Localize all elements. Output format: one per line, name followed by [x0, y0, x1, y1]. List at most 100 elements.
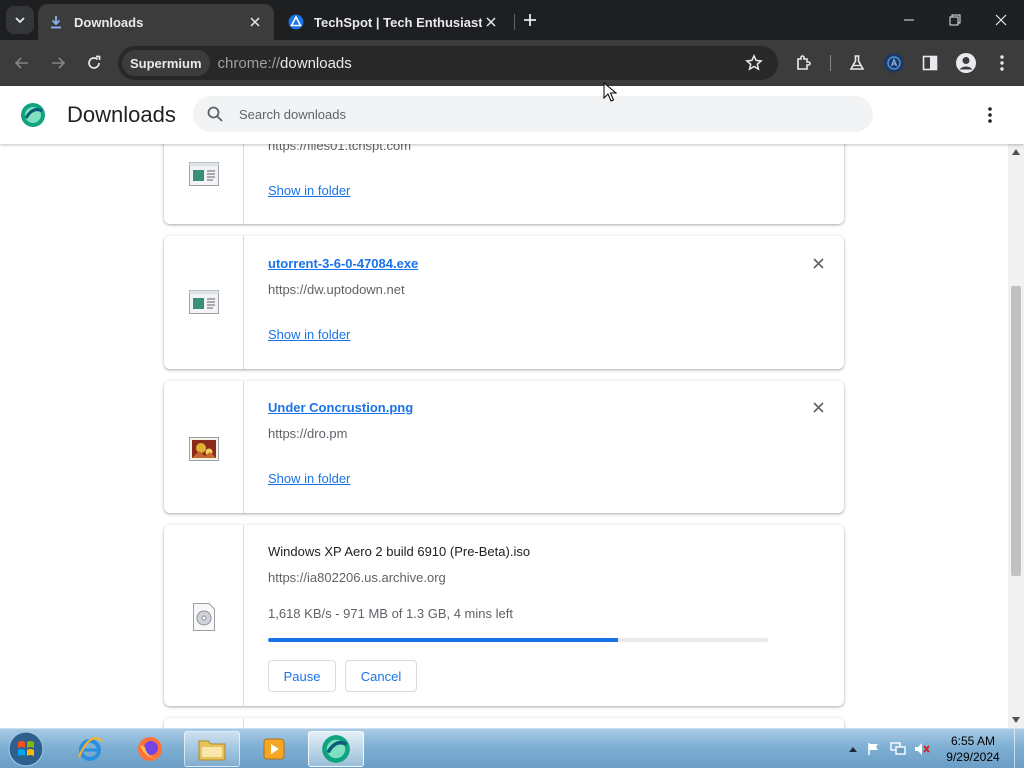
folder-icon	[198, 740, 226, 761]
executable-file-icon	[188, 286, 220, 318]
url-scheme: chrome://	[217, 54, 281, 72]
taskbar-firefox[interactable]	[122, 731, 178, 767]
page-scrollbar[interactable]	[1008, 144, 1024, 728]
minimize-button[interactable]	[886, 0, 932, 40]
extensions-button[interactable]	[792, 51, 816, 75]
techspot-favicon-icon	[288, 14, 304, 30]
toolbar-divider	[830, 55, 831, 71]
scroll-up-arrow-icon[interactable]	[1012, 148, 1020, 156]
extension-account-button[interactable]	[882, 51, 906, 75]
tab-search-button[interactable]	[6, 6, 34, 34]
plus-icon	[524, 14, 536, 26]
more-vertical-icon	[1000, 55, 1004, 71]
mouse-cursor-icon	[603, 82, 617, 102]
tab-separator	[514, 14, 515, 30]
download-item: Under Concrustion.png https://dro.pm Sho…	[164, 381, 844, 513]
download-item-icon-column	[164, 718, 244, 728]
reload-icon	[88, 55, 101, 69]
cancel-button[interactable]: Cancel	[345, 660, 417, 692]
taskbar-supermium[interactable]	[308, 731, 364, 767]
taskbar-internet-explorer[interactable]	[62, 731, 118, 767]
scrollbar-thumb[interactable]	[1011, 286, 1021, 576]
firefox-icon	[138, 737, 162, 761]
download-item: utorrent-3-6-0-47084.exe https://dw.upto…	[164, 236, 844, 369]
restore-button[interactable]	[932, 0, 978, 40]
download-source-url: https://ia802206.us.archive.org	[268, 570, 446, 585]
windows-taskbar: 6:55 AM 9/29/2024	[0, 728, 1024, 768]
arrow-left-icon	[14, 57, 28, 69]
close-icon	[812, 401, 824, 413]
tab-title: Downloads	[74, 14, 144, 30]
search-downloads-field[interactable]	[193, 96, 873, 132]
side-panel-button[interactable]	[918, 51, 942, 75]
address-bar[interactable]: Supermium chrome://downloads	[118, 46, 778, 80]
show-desktop-button[interactable]	[1014, 729, 1024, 768]
page-title: Downloads	[67, 102, 176, 127]
supermium-logo-icon	[21, 103, 45, 127]
bookmark-star-icon[interactable]	[742, 51, 766, 75]
pause-button[interactable]: Pause	[268, 660, 336, 692]
remove-from-list-button[interactable]	[808, 397, 828, 417]
media-player-icon	[263, 738, 285, 760]
downloads-list: https://files01.tcnspt.com Show in folde…	[0, 144, 1008, 728]
circle-a-icon	[884, 53, 904, 73]
tab-techspot[interactable]: TechSpot | Tech Enthusiasts, Po	[278, 4, 510, 40]
taskbar-clock[interactable]: 6:55 AM 9/29/2024	[936, 733, 1010, 765]
download-source-url: https://dw.uptodown.net	[268, 282, 405, 297]
download-file-name-link[interactable]: Under Concrustion.png	[268, 400, 413, 415]
address-url[interactable]: chrome://downloads	[218, 55, 352, 72]
download-progress-bar	[268, 638, 768, 642]
taskbar-file-explorer[interactable]	[184, 731, 240, 767]
downloads-header: Downloads	[0, 86, 1024, 144]
show-in-folder-link[interactable]: Show in folder	[268, 183, 350, 198]
supermium-icon	[322, 735, 350, 763]
browser-titlebar: Downloads TechSpot | Tech Enthusiasts, P…	[0, 0, 1024, 40]
restore-icon	[949, 14, 961, 26]
browser-toolbar: Supermium chrome://downloads	[0, 40, 1024, 86]
search-input[interactable]	[239, 106, 839, 122]
taskbar-media-player[interactable]	[246, 731, 302, 767]
tab-downloads[interactable]: Downloads	[38, 4, 274, 40]
browser-menu-button[interactable]	[990, 51, 1014, 75]
close-window-button[interactable]	[978, 0, 1024, 40]
side-panel-icon	[922, 55, 938, 71]
volume-muted-icon[interactable]	[914, 741, 930, 757]
show-in-folder-link[interactable]: Show in folder	[268, 327, 350, 342]
download-item-in-progress: Windows XP Aero 2 build 6910 (Pre-Beta).…	[164, 525, 844, 706]
back-button[interactable]	[10, 51, 34, 75]
show-in-folder-link[interactable]: Show in folder	[268, 471, 350, 486]
internet-explorer-icon	[77, 737, 103, 761]
download-item: https://files01.tcnspt.com Show in folde…	[164, 144, 844, 224]
new-tab-button[interactable]	[519, 9, 541, 31]
close-tab-icon[interactable]	[482, 13, 500, 31]
url-host: downloads	[280, 54, 352, 72]
start-button[interactable]	[6, 731, 46, 767]
download-file-name-link[interactable]: utorrent-3-6-0-47084.exe	[268, 256, 418, 271]
scroll-down-arrow-icon[interactable]	[1012, 716, 1020, 724]
arrow-right-icon	[52, 57, 66, 69]
network-icon[interactable]	[890, 741, 906, 757]
search-icon	[205, 104, 225, 124]
more-vertical-icon	[988, 107, 992, 123]
forward-button[interactable]	[46, 51, 70, 75]
downloads-more-actions-button[interactable]	[978, 103, 1002, 127]
remove-from-list-button[interactable]	[808, 253, 828, 273]
close-icon	[812, 257, 824, 269]
clock-time: 6:55 AM	[950, 734, 996, 748]
show-hidden-icons-arrow[interactable]	[845, 741, 861, 757]
close-icon	[995, 14, 1007, 26]
clock-date: 9/29/2024	[946, 750, 1000, 764]
windows-logo-icon	[8, 731, 44, 767]
labs-button[interactable]	[845, 51, 869, 75]
action-center-flag-icon[interactable]	[866, 741, 882, 757]
profile-avatar-icon	[956, 53, 976, 73]
browser-name-chip[interactable]: Supermium	[122, 50, 210, 76]
flask-icon	[849, 55, 865, 70]
disc-image-file-icon	[188, 601, 220, 633]
reload-button[interactable]	[82, 51, 106, 75]
profile-button[interactable]	[954, 51, 978, 75]
download-progress-status: 1,618 KB/s - 971 MB of 1.3 GB, 4 mins le…	[268, 606, 513, 621]
close-tab-icon[interactable]	[246, 13, 264, 31]
executable-file-icon	[188, 158, 220, 190]
image-file-icon	[188, 433, 220, 465]
